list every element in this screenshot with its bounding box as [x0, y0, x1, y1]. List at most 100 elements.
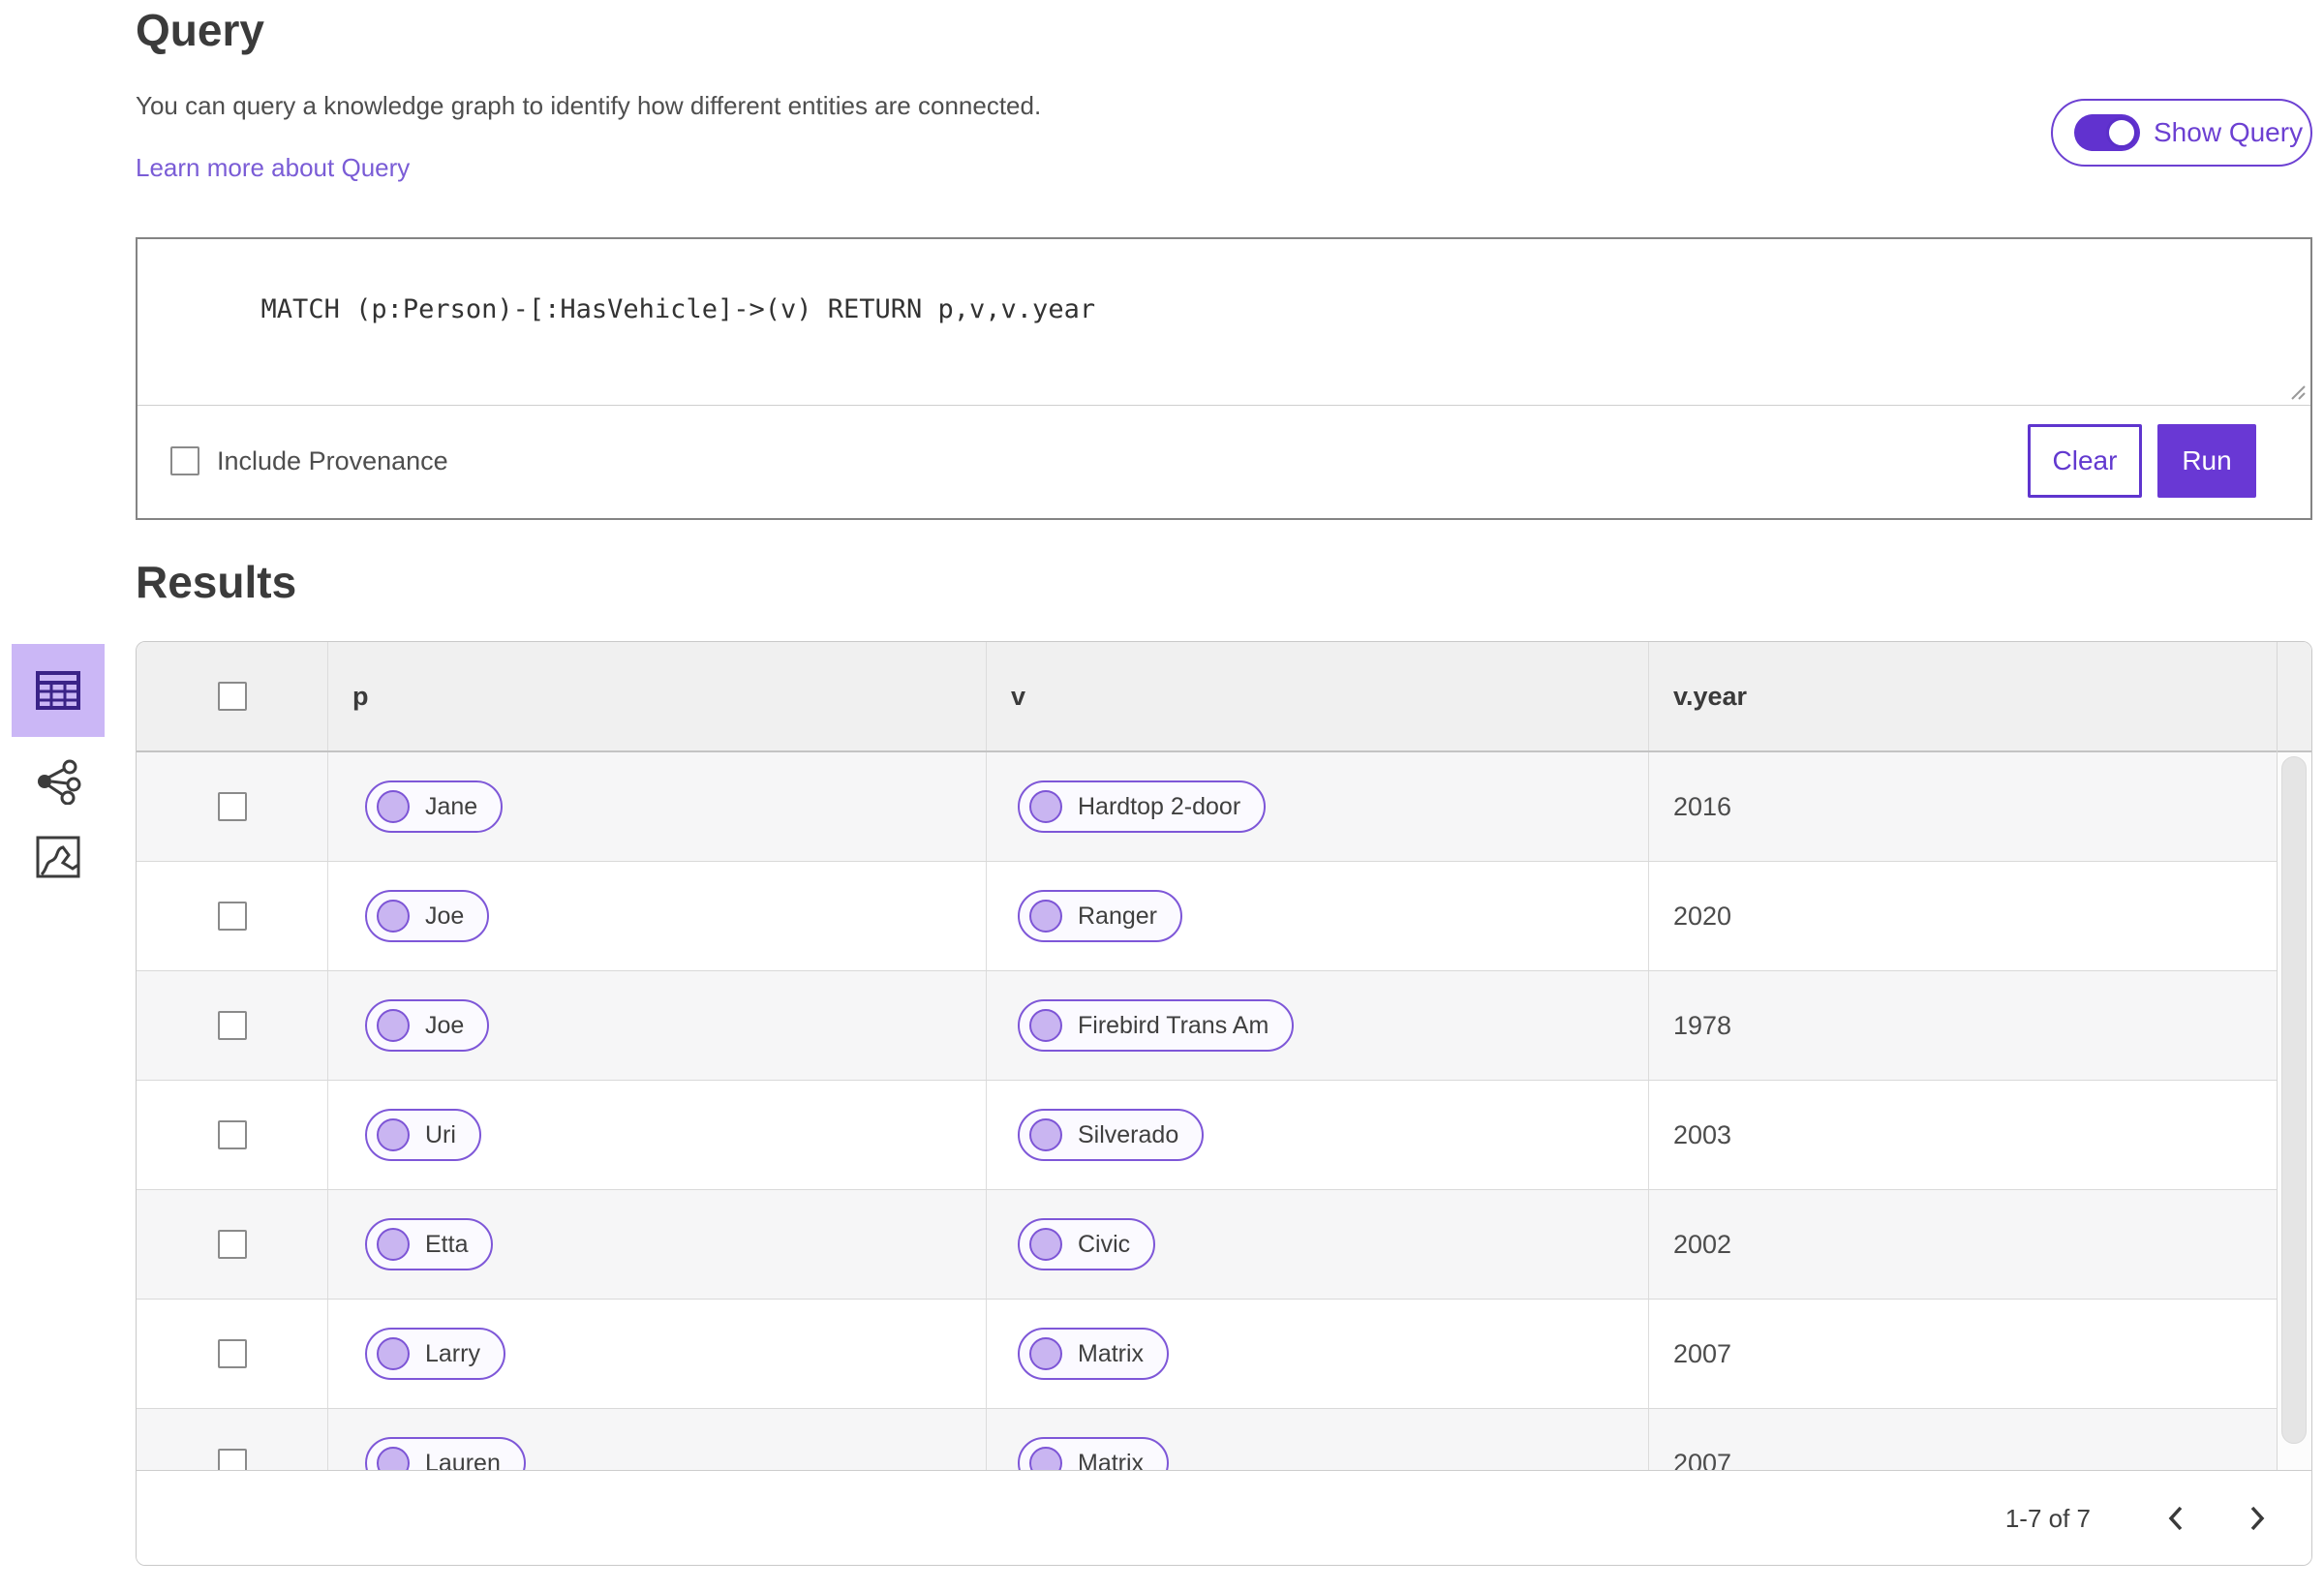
entity-node-icon — [377, 900, 410, 933]
entity-node-icon — [1029, 1228, 1062, 1261]
entity-label: Jane — [425, 792, 478, 820]
entity-pill-p[interactable]: Joe — [365, 890, 490, 942]
entity-label: Lauren — [425, 1449, 501, 1471]
table-row: Joe Ranger 2020 — [137, 862, 2311, 971]
entity-label: Matrix — [1078, 1339, 1145, 1367]
entity-node-icon — [377, 1447, 410, 1470]
clear-button[interactable]: Clear — [2028, 424, 2142, 498]
column-header-v-year[interactable]: v.year — [1673, 682, 1747, 712]
query-description: You can query a knowledge graph to ident… — [136, 91, 1042, 120]
column-header-v[interactable]: v — [1011, 682, 1025, 712]
results-view-rail — [12, 644, 105, 888]
row-checkbox[interactable] — [217, 1449, 247, 1470]
results-title: Results — [136, 557, 297, 607]
query-panel-footer: Include Provenance Clear Run — [138, 406, 2310, 516]
entity-pill-v[interactable]: Matrix — [1018, 1328, 1170, 1380]
entity-label: Larry — [425, 1339, 480, 1367]
show-query-toggle[interactable]: Show Query — [2051, 99, 2312, 167]
pagination-range: 1-7 of 7 — [2004, 1503, 2091, 1533]
entity-label: Matrix — [1078, 1449, 1145, 1471]
table-row: Joe Firebird Trans Am 1978 — [137, 971, 2311, 1081]
entity-label: Ranger — [1078, 902, 1157, 930]
entity-node-icon — [1029, 790, 1062, 823]
entity-node-icon — [377, 1009, 410, 1042]
entity-pill-v[interactable]: Ranger — [1018, 890, 1182, 942]
scrollbar-thumb[interactable] — [2281, 756, 2307, 1444]
run-button[interactable]: Run — [2157, 424, 2256, 498]
entity-pill-p[interactable]: Uri — [365, 1109, 481, 1161]
row-checkbox[interactable] — [217, 792, 247, 821]
row-checkbox[interactable] — [217, 1120, 247, 1149]
page: Query You can query a knowledge graph to… — [0, 0, 2324, 1591]
entity-pill-v[interactable]: Matrix — [1018, 1437, 1170, 1471]
entity-node-icon — [377, 1228, 410, 1261]
graph-view-icon — [38, 759, 81, 805]
entity-label: Joe — [425, 1011, 465, 1039]
select-all-checkbox[interactable] — [217, 682, 247, 711]
entity-label: Uri — [425, 1120, 456, 1148]
view-tab-graph[interactable] — [12, 750, 105, 812]
table-scroll-area[interactable]: p v v.year Jane Hardtop 2-door 2016 Joe … — [137, 642, 2311, 1470]
page-title: Query — [136, 5, 264, 55]
query-text: MATCH (p:Person)-[:HasVehicle]->(v) RETU… — [260, 294, 1096, 324]
entity-pill-v[interactable]: Hardtop 2-door — [1018, 780, 1267, 833]
entity-label: Civic — [1078, 1230, 1131, 1258]
entity-pill-p[interactable]: Etta — [365, 1218, 494, 1270]
entity-node-icon — [377, 790, 410, 823]
table-body: Jane Hardtop 2-door 2016 Joe Ranger 2020 — [137, 752, 2311, 1470]
table-scrollbar[interactable] — [2277, 642, 2311, 1470]
resize-handle-icon[interactable] — [2288, 382, 2306, 400]
row-checkbox[interactable] — [217, 1230, 247, 1259]
year-value: 2007 — [1673, 1448, 1732, 1471]
table-header-row: p v v.year — [137, 642, 2311, 752]
year-value: 2007 — [1673, 1338, 1732, 1368]
next-page-button[interactable] — [2248, 1504, 2267, 1533]
year-value: 2016 — [1673, 791, 1732, 821]
include-provenance-label: Include Provenance — [217, 445, 448, 475]
entity-pill-p[interactable]: Larry — [365, 1328, 505, 1380]
table-row: Jane Hardtop 2-door 2016 — [137, 752, 2311, 862]
entity-pill-p[interactable]: Jane — [365, 780, 504, 833]
show-query-label: Show Query — [2154, 117, 2304, 147]
query-panel: MATCH (p:Person)-[:HasVehicle]->(v) RETU… — [136, 237, 2312, 520]
toggle-knob — [2106, 117, 2137, 148]
row-checkbox[interactable] — [217, 1011, 247, 1040]
row-checkbox[interactable] — [217, 902, 247, 931]
entity-label: Silverado — [1078, 1120, 1179, 1148]
entity-node-icon — [1029, 1118, 1062, 1151]
entity-label: Etta — [425, 1230, 469, 1258]
row-checkbox[interactable] — [217, 1339, 247, 1368]
table-row: Uri Silverado 2003 — [137, 1081, 2311, 1190]
query-actions: Clear Run — [2028, 424, 2256, 498]
year-value: 2020 — [1673, 901, 1732, 931]
table-row: Larry Matrix 2007 — [137, 1300, 2311, 1409]
learn-more-link[interactable]: Learn more about Query — [136, 153, 410, 183]
column-header-p[interactable]: p — [352, 682, 369, 712]
entity-pill-v[interactable]: Civic — [1018, 1218, 1156, 1270]
chevron-left-icon — [2168, 1506, 2183, 1531]
entity-pill-p[interactable]: Joe — [365, 999, 490, 1052]
table-pagination: 1-7 of 7 — [137, 1470, 2311, 1565]
include-provenance-checkbox[interactable] — [170, 446, 199, 475]
view-tab-map[interactable] — [12, 826, 105, 888]
entity-node-icon — [1029, 1009, 1062, 1042]
year-value: 1978 — [1673, 1010, 1732, 1040]
entity-pill-v[interactable]: Firebird Trans Am — [1018, 999, 1295, 1052]
table-row: Lauren Matrix 2007 — [137, 1409, 2311, 1470]
results-table: p v v.year Jane Hardtop 2-door 2016 Joe … — [136, 641, 2312, 1566]
query-input[interactable]: MATCH (p:Person)-[:HasVehicle]->(v) RETU… — [138, 239, 2310, 406]
entity-node-icon — [1029, 1337, 1062, 1370]
entity-node-icon — [1029, 900, 1062, 933]
table-view-icon — [36, 671, 80, 710]
entity-label: Hardtop 2-door — [1078, 792, 1241, 820]
entity-pill-p[interactable]: Lauren — [365, 1437, 526, 1470]
prev-page-button[interactable] — [2166, 1504, 2186, 1533]
entity-node-icon — [1029, 1447, 1062, 1470]
view-tab-table[interactable] — [12, 644, 105, 737]
entity-pill-v[interactable]: Silverado — [1018, 1109, 1205, 1161]
table-row: Etta Civic 2002 — [137, 1190, 2311, 1300]
entity-node-icon — [377, 1118, 410, 1151]
scrollbar-header-cap — [2278, 642, 2311, 752]
include-provenance-option[interactable]: Include Provenance — [170, 446, 448, 476]
toggle-switch-icon[interactable] — [2074, 114, 2140, 151]
